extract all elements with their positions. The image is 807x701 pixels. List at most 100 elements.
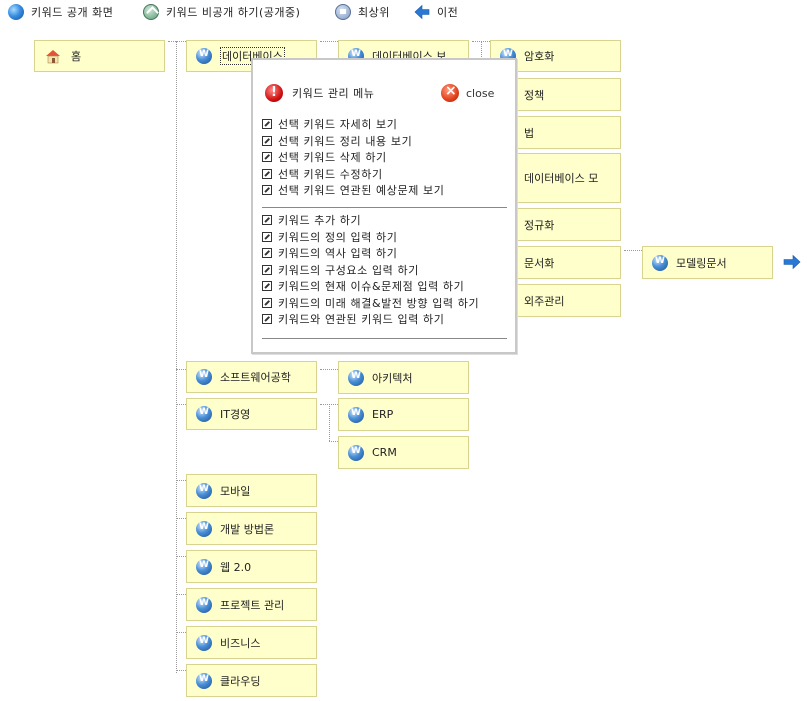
menu-item-related-questions[interactable]: 선택 키워드 연관된 예상문제 보기 xyxy=(262,182,508,199)
popup-title: 키워드 관리 메뉴 xyxy=(292,87,375,100)
menu-item-label: 선택 키워드 자세히 보기 xyxy=(278,118,398,132)
menu-item-add-keyword[interactable]: 키워드 추가 하기 xyxy=(262,212,508,229)
alert-icon xyxy=(265,84,283,102)
close-label: close xyxy=(466,86,495,100)
popup-header: 키워드 관리 메뉴 xyxy=(265,84,374,102)
tree-node-home[interactable]: 홈 xyxy=(34,40,165,72)
link-icon xyxy=(262,215,272,226)
menu-item-input-definition[interactable]: 키워드의 정의 입력 하기 xyxy=(262,229,508,246)
menu-item-input-future[interactable]: 키워드의 미래 해결&발전 방향 입력 하기 xyxy=(262,295,508,312)
public-screen-button[interactable]: 키워드 공개 화면 xyxy=(8,3,113,21)
tree-node-software-eng[interactable]: 소프트웨어공학 xyxy=(186,361,317,393)
menu-item-label: 선택 키워드 연관된 예상문제 보기 xyxy=(278,184,445,198)
link-icon xyxy=(262,314,272,325)
menu-item-view-summary[interactable]: 선택 키워드 정리 내용 보기 xyxy=(262,133,508,150)
link-icon xyxy=(262,185,272,196)
keyword-icon xyxy=(196,596,212,613)
menu-item-input-issues[interactable]: 키워드의 현재 이슈&문제점 입력 하기 xyxy=(262,278,508,295)
menu-item-label: 키워드의 구성요소 입력 하기 xyxy=(278,263,419,277)
tree-node-it-management[interactable]: IT경영 xyxy=(186,398,317,430)
keyword-icon xyxy=(196,672,212,689)
tree-node-dev-method[interactable]: 개발 방법론 xyxy=(186,512,317,545)
node-label: 소프트웨어공학 xyxy=(220,371,291,384)
private-toggle-label: 키워드 비공개 하기(공개중) xyxy=(166,6,301,19)
menu-item-view-detail[interactable]: 선택 키워드 자세히 보기 xyxy=(262,116,508,133)
menu-item-label: 키워드의 미래 해결&발전 방향 입력 하기 xyxy=(278,296,480,310)
menu-item-input-related[interactable]: 키워드와 연관된 키워드 입력 하기 xyxy=(262,311,508,328)
menu-item-label: 키워드의 현재 이슈&문제점 입력 하기 xyxy=(278,280,465,294)
tree-connector xyxy=(176,369,186,370)
menu-item-delete[interactable]: 선택 키워드 삭제 하기 xyxy=(262,149,508,166)
node-label: 정규화 xyxy=(524,218,555,232)
menu-item-label: 키워드의 정의 입력 하기 xyxy=(278,230,398,244)
tree-node-mobile[interactable]: 모바일 xyxy=(186,474,317,507)
tree-connector xyxy=(176,594,186,595)
menu-item-label: 키워드의 역사 입력 하기 xyxy=(278,247,398,261)
tree-connector xyxy=(176,518,186,519)
keyword-menu-popup: 키워드 관리 메뉴 close 선택 키워드 자세히 보기 선택 키워드 정리 … xyxy=(251,58,517,354)
tree-node-erp[interactable]: ERP xyxy=(338,398,469,431)
link-icon xyxy=(262,135,272,146)
node-label: IT경영 xyxy=(220,408,251,421)
close-button[interactable]: close xyxy=(441,83,495,102)
link-icon xyxy=(262,297,272,308)
node-label: 클라우딩 xyxy=(220,674,261,688)
menu-divider xyxy=(262,338,507,339)
keyword-icon xyxy=(196,369,212,385)
house-icon xyxy=(46,50,60,64)
keyword-icon xyxy=(196,482,212,499)
tree-connector xyxy=(320,41,338,42)
top-level-button[interactable]: 최상위 xyxy=(335,3,390,21)
tree-node-cloud[interactable]: 클라우딩 xyxy=(186,664,317,697)
keyword-icon xyxy=(196,406,212,422)
tree-node-architecture[interactable]: 아키텍처 xyxy=(338,361,469,394)
link-icon xyxy=(262,281,272,292)
tree-connector xyxy=(320,369,338,370)
keyword-icon xyxy=(348,369,364,386)
tree-node-modeling-doc[interactable]: 모델링문서 xyxy=(642,246,773,279)
menu-item-label: 선택 키워드 정리 내용 보기 xyxy=(278,134,413,148)
node-label: CRM xyxy=(372,446,397,459)
tree-node-web2[interactable]: 웹 2.0 xyxy=(186,550,317,583)
keyword-icon xyxy=(348,444,364,461)
arrow-left-icon xyxy=(414,4,430,20)
menu-item-input-history[interactable]: 키워드의 역사 입력 하기 xyxy=(262,245,508,262)
keyword-icon xyxy=(196,520,212,537)
arrow-right-icon[interactable] xyxy=(783,254,801,270)
menu-item-label: 키워드 추가 하기 xyxy=(278,214,362,228)
tree-node-crm[interactable]: CRM xyxy=(338,436,469,469)
prev-label: 이전 xyxy=(437,6,459,19)
node-label: 모바일 xyxy=(220,484,251,498)
menu-item-input-components[interactable]: 키워드의 구성요소 입력 하기 xyxy=(262,262,508,279)
node-label: 홈 xyxy=(71,50,82,63)
node-label: 정책 xyxy=(524,88,545,102)
tree-connector xyxy=(176,670,186,671)
globe-icon xyxy=(8,4,24,20)
link-icon xyxy=(262,231,272,242)
tree-connector xyxy=(176,41,177,673)
tree-node-business[interactable]: 비즈니스 xyxy=(186,626,317,659)
node-label: 데이터베이스 모 xyxy=(524,172,599,185)
tree-connector xyxy=(176,404,186,405)
node-label: 비즈니스 xyxy=(220,636,261,650)
tree-connector xyxy=(176,556,186,557)
keyword-icon xyxy=(196,48,212,64)
node-label: 아키텍처 xyxy=(372,371,413,385)
menu-item-label: 선택 키워드 삭제 하기 xyxy=(278,151,387,165)
node-label: 프로젝트 관리 xyxy=(220,598,285,612)
tree-node-project-mgmt[interactable]: 프로젝트 관리 xyxy=(186,588,317,621)
menu-item-edit[interactable]: 선택 키워드 수정하기 xyxy=(262,166,508,183)
tree-connector xyxy=(168,41,186,42)
menu-divider xyxy=(262,207,507,208)
keyword-icon xyxy=(652,254,668,271)
tree-connector xyxy=(329,404,330,441)
private-toggle-button[interactable]: 키워드 비공개 하기(공개중) xyxy=(143,3,300,21)
tree-connector xyxy=(329,441,338,442)
menu-item-label: 선택 키워드 수정하기 xyxy=(278,167,383,181)
node-label: 법 xyxy=(524,126,535,140)
prev-button[interactable]: 이전 xyxy=(414,3,458,21)
top-level-label: 최상위 xyxy=(358,6,390,19)
home-icon xyxy=(335,4,351,20)
menu-group-keyword: 키워드 추가 하기 키워드의 정의 입력 하기 키워드의 역사 입력 하기 키워… xyxy=(262,212,508,328)
menu-item-label: 키워드와 연관된 키워드 입력 하기 xyxy=(278,313,445,327)
